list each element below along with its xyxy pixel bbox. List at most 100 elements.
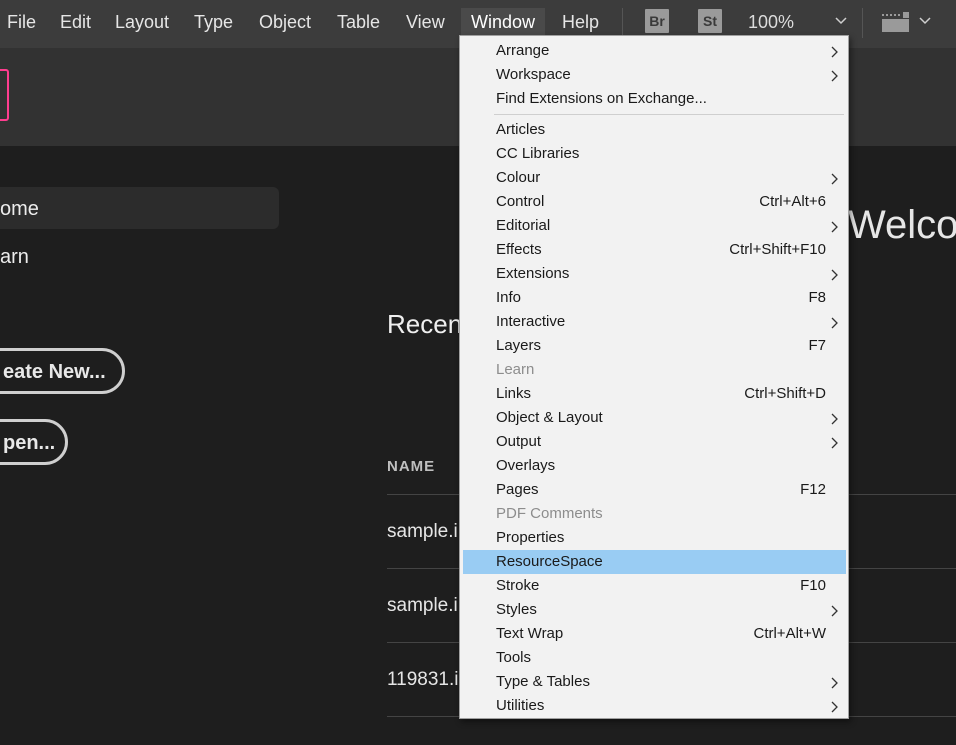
- menu-type[interactable]: Type: [184, 8, 243, 36]
- menu-item-label: ResourceSpace: [496, 553, 603, 570]
- menu-item-interactive[interactable]: Interactive: [463, 310, 846, 334]
- menu-item-label: CC Libraries: [496, 145, 580, 162]
- menu-item-layers[interactable]: Layers F7: [463, 334, 846, 358]
- menu-item-stroke[interactable]: Stroke F10: [463, 574, 846, 598]
- menu-item-pages[interactable]: Pages F12: [463, 478, 846, 502]
- menu-item-label: Arrange: [496, 42, 550, 59]
- menu-item-label: Properties: [496, 529, 565, 546]
- open-button[interactable]: pen...: [0, 419, 68, 465]
- menu-item-label: Workspace: [496, 66, 571, 83]
- menu-item-learn: Learn: [463, 358, 846, 382]
- chevron-right-icon: [831, 604, 839, 617]
- menu-item-shortcut: F12: [800, 481, 826, 498]
- chevron-right-icon: [831, 316, 839, 329]
- toolbar-divider: [862, 8, 863, 38]
- menu-help[interactable]: Help: [552, 8, 609, 36]
- zoom-level[interactable]: 100%: [748, 8, 794, 36]
- menu-item-output[interactable]: Output: [463, 430, 846, 454]
- create-new-label: eate New...: [3, 361, 106, 383]
- menu-item-shortcut: Ctrl+Alt+6: [759, 193, 826, 210]
- menu-item-pdf-comments: PDF Comments: [463, 502, 846, 526]
- chevron-right-icon: [831, 172, 839, 185]
- menu-item-shortcut: F8: [808, 289, 826, 306]
- menu-item-label: Colour: [496, 169, 541, 186]
- recent-title: Recent: [387, 309, 470, 339]
- recent-file-row[interactable]: 119831.in: [387, 669, 469, 691]
- bridge-button[interactable]: Br: [645, 9, 669, 33]
- menu-item-label: Pages: [496, 481, 539, 498]
- toolbar-divider: [622, 8, 623, 38]
- menu-edit[interactable]: Edit: [50, 8, 101, 36]
- chevron-down-icon[interactable]: [918, 14, 932, 28]
- menu-item-styles[interactable]: Styles: [463, 598, 846, 622]
- menu-item-cc-libraries[interactable]: CC Libraries: [463, 142, 846, 166]
- menu-item-utilities[interactable]: Utilities: [463, 694, 846, 718]
- menu-item-text-wrap[interactable]: Text Wrap Ctrl+Alt+W: [463, 622, 846, 646]
- menu-item-find-extensions-on-exchange[interactable]: Find Extensions on Exchange...: [463, 87, 846, 111]
- open-label: pen...: [3, 432, 56, 454]
- menu-item-label: Stroke: [496, 577, 540, 594]
- menu-item-label: Overlays: [496, 457, 556, 474]
- recent-file-row[interactable]: sample.i: [387, 521, 458, 543]
- menu-item-info[interactable]: Info F8: [463, 286, 846, 310]
- menu-item-type-and-tables[interactable]: Type & Tables: [463, 670, 846, 694]
- menu-item-label: Effects: [496, 241, 542, 258]
- menu-window[interactable]: Window: [461, 8, 546, 36]
- menu-item-extensions[interactable]: Extensions: [463, 262, 846, 286]
- menu-item-label: Editorial: [496, 217, 551, 234]
- stock-button[interactable]: St: [698, 9, 722, 33]
- sidebar-item-home-label: ome: [0, 198, 39, 220]
- menu-item-label: Type & Tables: [496, 673, 590, 690]
- menu-item-shortcut: Ctrl+Shift+F10: [729, 241, 826, 258]
- menu-item-shortcut: F7: [808, 337, 826, 354]
- menu-item-label: Styles: [496, 601, 537, 618]
- menu-item-properties[interactable]: Properties: [463, 526, 846, 550]
- menu-item-overlays[interactable]: Overlays: [463, 454, 846, 478]
- menu-item-colour[interactable]: Colour: [463, 166, 846, 190]
- menu-item-workspace[interactable]: Workspace: [463, 63, 846, 87]
- menu-item-label: Links: [496, 385, 532, 402]
- create-new-button[interactable]: eate New...: [0, 348, 125, 394]
- menu-item-label: Tools: [496, 649, 532, 666]
- menu-item-object-and-layout[interactable]: Object & Layout: [463, 406, 846, 430]
- column-header-name[interactable]: NAME: [387, 458, 435, 475]
- menu-layout[interactable]: Layout: [105, 8, 179, 36]
- recent-file-row[interactable]: sample.i: [387, 595, 458, 617]
- menu-item-label: Interactive: [496, 313, 566, 330]
- menu-item-control[interactable]: Control Ctrl+Alt+6: [463, 190, 846, 214]
- app-logo: [0, 69, 9, 121]
- menu-item-label: Object & Layout: [496, 409, 603, 426]
- menu-item-label: Articles: [496, 121, 546, 138]
- menu-item-tools[interactable]: Tools: [463, 646, 846, 670]
- menu-item-label: PDF Comments: [496, 505, 603, 522]
- menu-object[interactable]: Object: [249, 8, 321, 36]
- sidebar-item-learn[interactable]: arn: [0, 246, 29, 269]
- menu-item-label: Output: [496, 433, 542, 450]
- chevron-down-icon[interactable]: [834, 14, 848, 28]
- menu-item-label: Layers: [496, 337, 542, 354]
- menu-item-label: Utilities: [496, 697, 545, 714]
- menu-item-shortcut: Ctrl+Alt+W: [753, 625, 826, 642]
- menu-item-articles[interactable]: Articles: [463, 118, 846, 142]
- menu-item-label: Extensions: [496, 265, 570, 282]
- menu-view[interactable]: View: [396, 8, 455, 36]
- chevron-right-icon: [831, 220, 839, 233]
- menu-item-editorial[interactable]: Editorial: [463, 214, 846, 238]
- menu-item-resourcespace[interactable]: ResourceSpace: [463, 550, 846, 574]
- menu-item-links[interactable]: Links Ctrl+Shift+D: [463, 382, 846, 406]
- window-menu-dropdown: Arrange Workspace Find Extensions on Excha…: [459, 35, 849, 719]
- chevron-right-icon: [831, 69, 839, 82]
- chevron-right-icon: [831, 676, 839, 689]
- chevron-right-icon: [831, 436, 839, 449]
- menu-item-arrange[interactable]: Arrange: [463, 39, 846, 63]
- chevron-right-icon: [831, 45, 839, 58]
- menu-table[interactable]: Table: [327, 8, 390, 36]
- workspace-layout-icon[interactable]: [881, 11, 911, 33]
- menu-item-label: Learn: [496, 361, 535, 378]
- menu-item-effects[interactable]: Effects Ctrl+Shift+F10: [463, 238, 846, 262]
- chevron-right-icon: [831, 700, 839, 713]
- menu-file[interactable]: File: [0, 8, 46, 36]
- sidebar-item-home[interactable]: [0, 187, 279, 229]
- menu-item-label: Find Extensions on Exchange...: [496, 90, 707, 107]
- chevron-right-icon: [831, 412, 839, 425]
